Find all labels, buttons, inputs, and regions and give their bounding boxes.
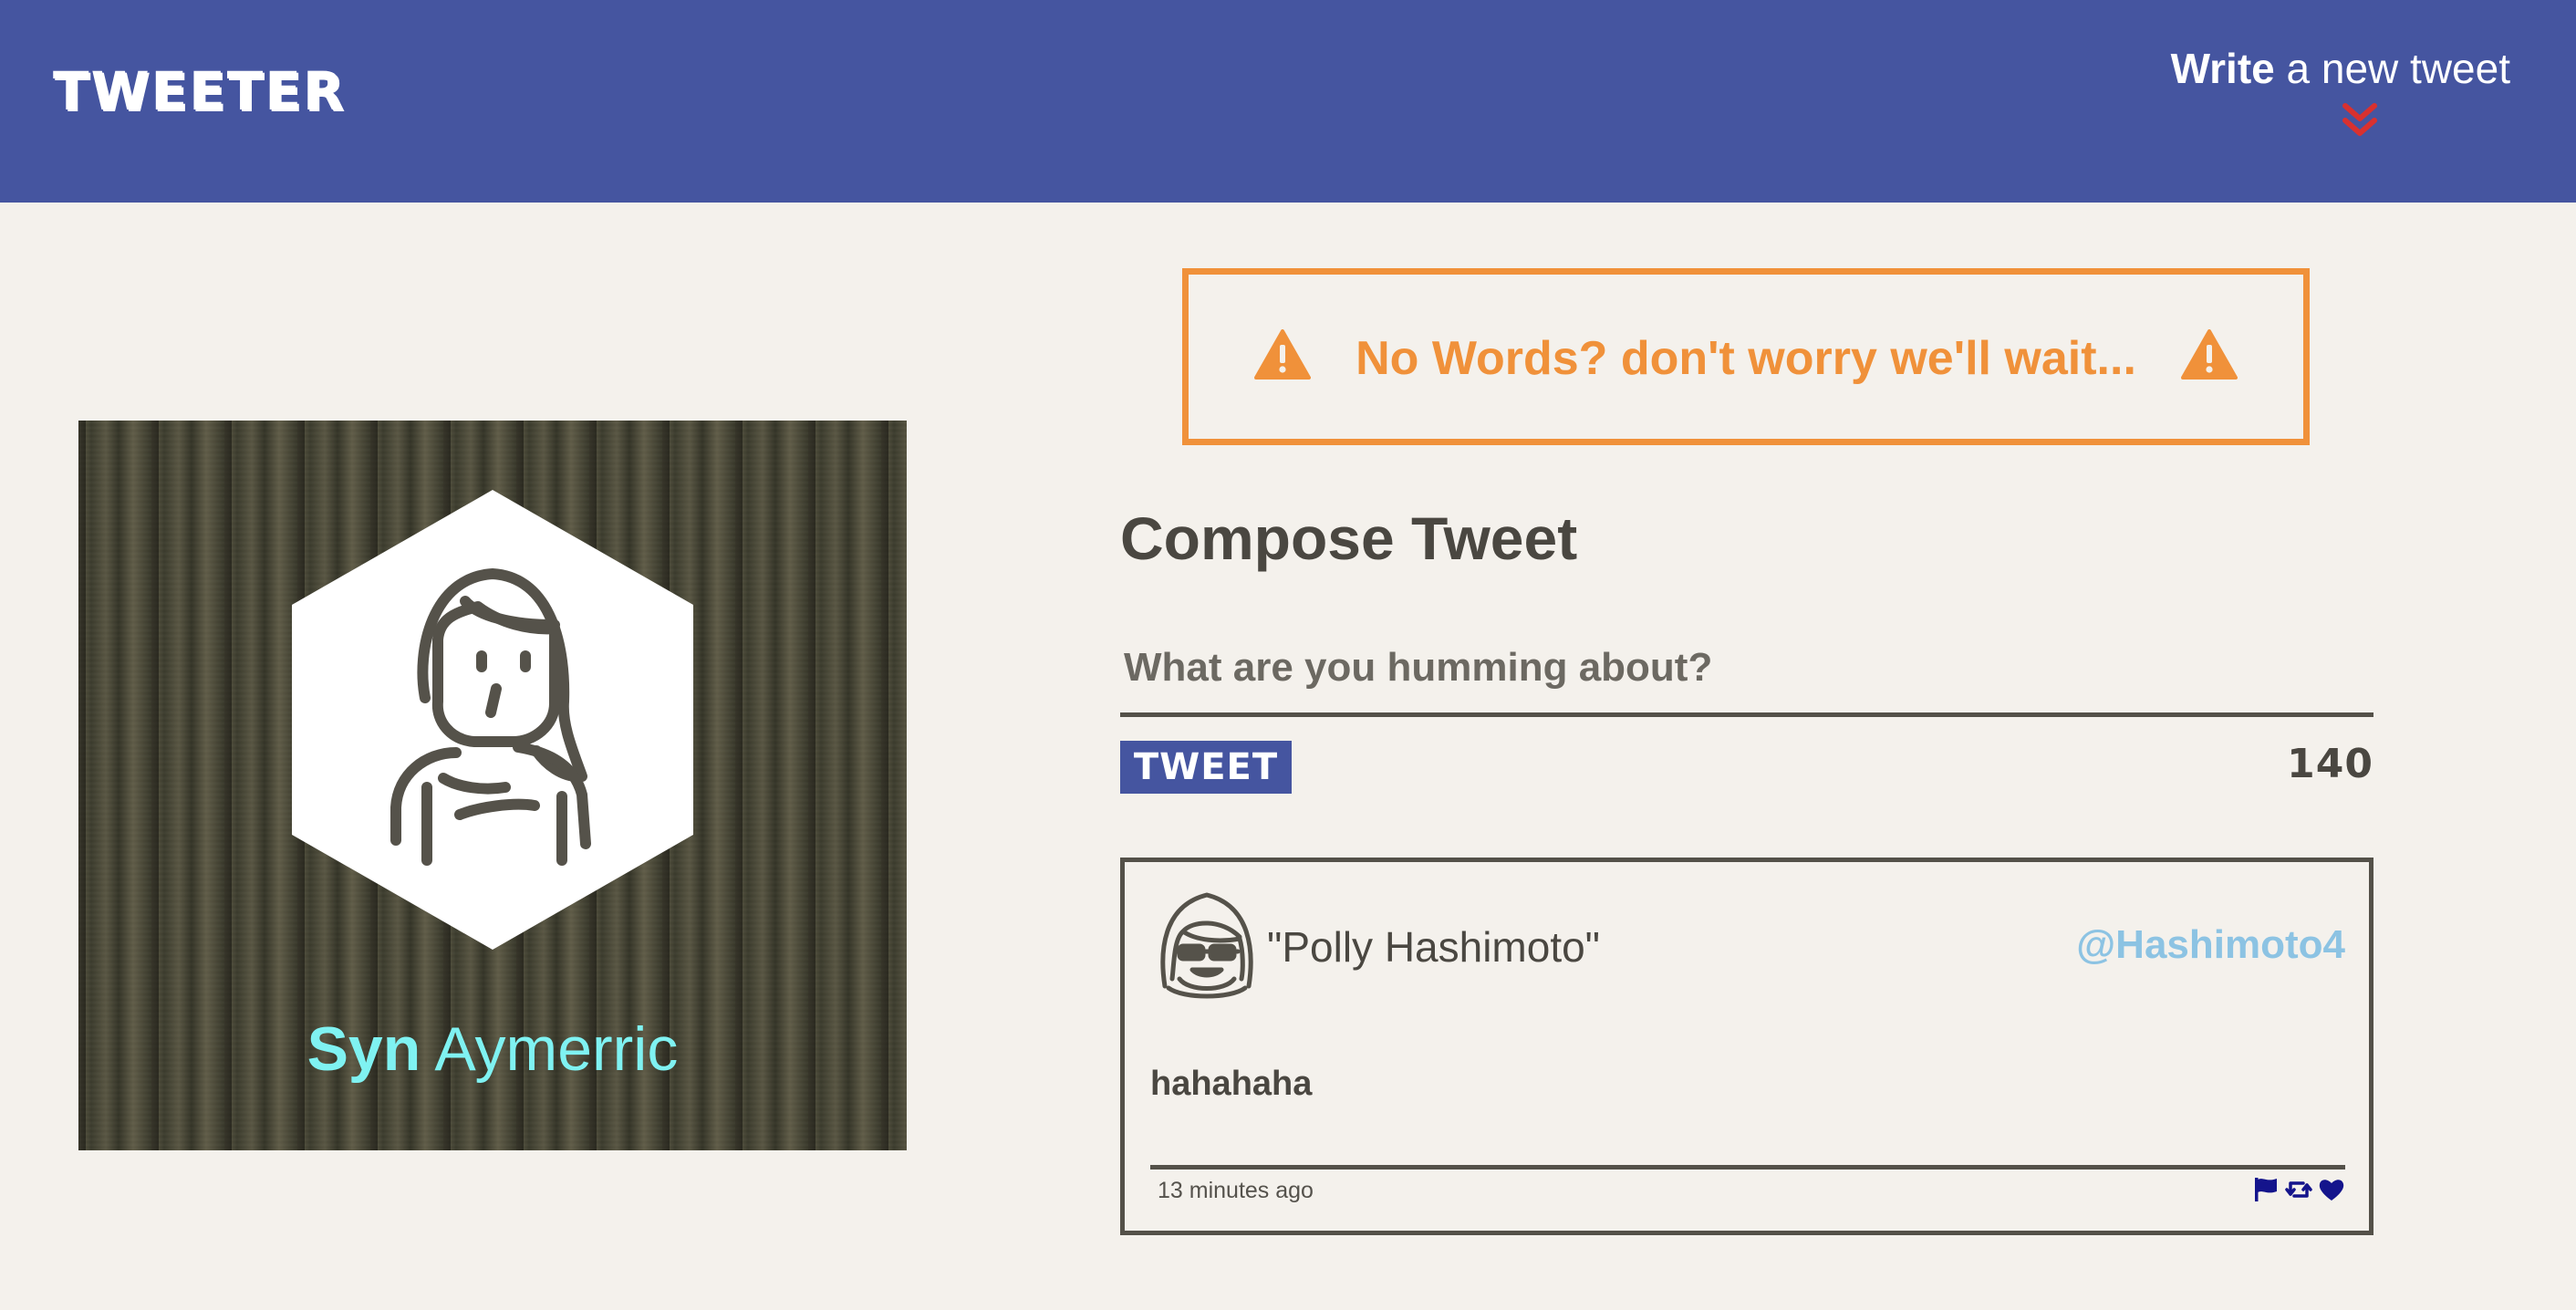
brand-logo: TWEETER — [53, 60, 346, 122]
heart-icon[interactable] — [2318, 1176, 2345, 1203]
error-banner: No Words? don't worry we'll wait... — [1182, 268, 2310, 445]
write-label-rest: a new tweet — [2274, 45, 2511, 92]
double-chevron-down-icon[interactable] — [2340, 102, 2380, 139]
tweet-card: "Polly Hashimoto" @Hashimoto4 hahahaha 1… — [1120, 858, 2373, 1235]
retweet-icon[interactable] — [2285, 1176, 2312, 1203]
tweet-content: hahahaha — [1150, 1065, 1313, 1103]
error-message: No Words? don't worry we'll wait... — [1356, 332, 2136, 385]
profile-first-name: Syn — [306, 1014, 421, 1084]
flag-icon[interactable] — [2252, 1176, 2280, 1203]
compose-title: Compose Tweet — [1120, 504, 1578, 572]
top-nav: TWEETER Write a new tweet — [0, 0, 2576, 203]
profile-name: Syn Aymerric — [78, 1014, 907, 1085]
tweet-submit-button[interactable]: TWEET — [1120, 741, 1292, 794]
tweet-divider — [1150, 1165, 2345, 1170]
character-counter: 140 — [2287, 741, 2373, 787]
profile-card: Syn Aymerric — [78, 421, 907, 1150]
tweet-timestamp: 13 minutes ago — [1158, 1178, 1314, 1203]
tweet-actions — [2252, 1176, 2345, 1207]
profile-avatar — [292, 490, 693, 950]
sunglasses-avatar-icon — [1160, 892, 1253, 999]
profile-last-name: Aymerric — [421, 1014, 679, 1084]
warning-icon — [2181, 329, 2238, 379]
tweet-author-handle[interactable]: @Hashimoto4 — [2076, 922, 2345, 968]
tweet-author-name: "Polly Hashimoto" — [1267, 923, 1601, 971]
write-label-bold: Write — [2170, 45, 2275, 92]
write-new-tweet-button[interactable]: Write a new tweet — [2091, 44, 2510, 144]
tweet-input[interactable] — [1120, 622, 2373, 717]
